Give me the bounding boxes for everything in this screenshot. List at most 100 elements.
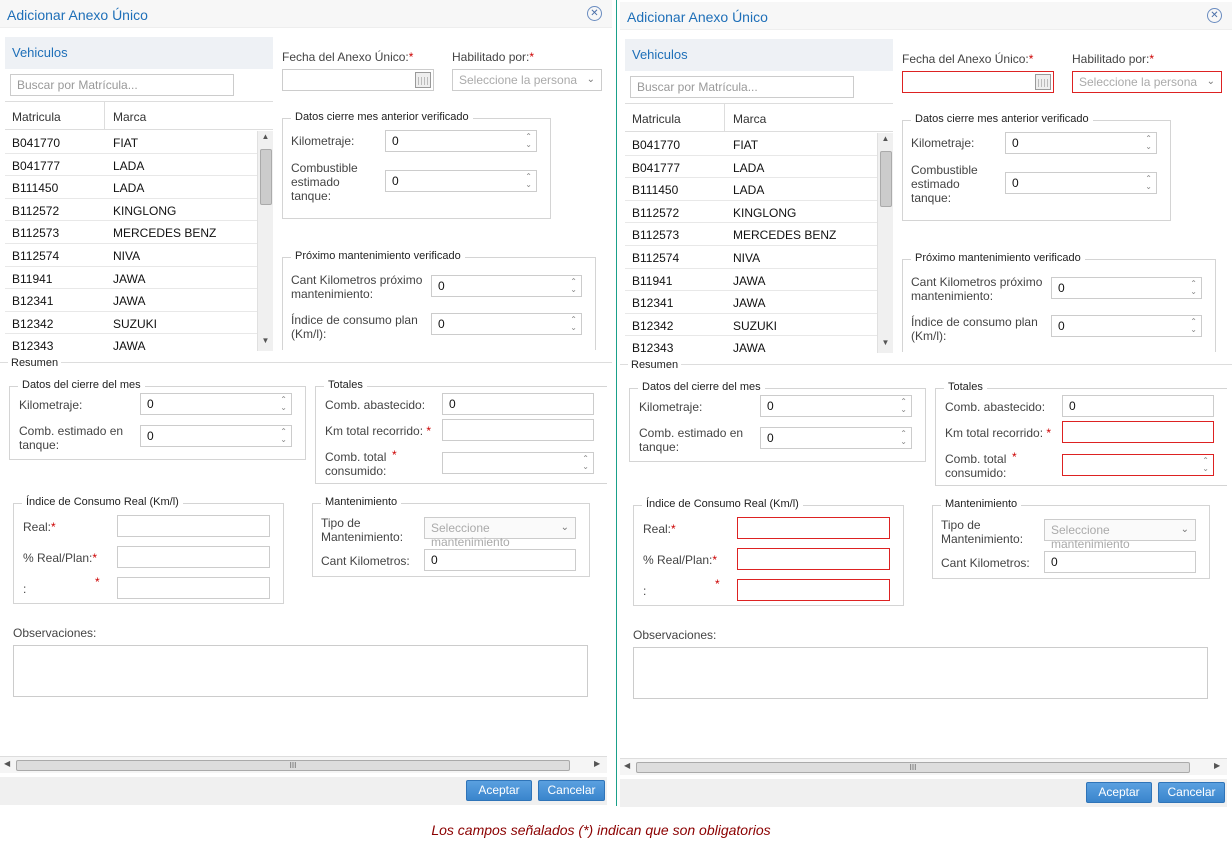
comb-total-input[interactable]: ⌃ ⌄ [1062, 454, 1214, 476]
search-plate-input[interactable] [630, 76, 854, 98]
spinner-icon[interactable]: ⌃ ⌄ [280, 428, 287, 444]
column-header-matricula[interactable]: Matricula [12, 110, 61, 124]
km-anterior-input[interactable]: 0 ⌃ ⌄ [1005, 132, 1157, 154]
real-input[interactable] [737, 517, 890, 539]
scroll-down-icon[interactable]: ▼ [878, 338, 893, 352]
calendar-icon[interactable] [1035, 74, 1051, 90]
scroll-up-icon[interactable]: ▲ [258, 132, 273, 146]
horizontal-scrollbar[interactable]: ◀ III ▶ [620, 758, 1227, 775]
tipo-mantenimiento-select[interactable]: Seleccione mantenimiento ⌄ [1044, 519, 1196, 551]
indice-plan-input[interactable]: 0 ⌃ ⌄ [431, 313, 582, 335]
spinner-icon[interactable]: ⌃ ⌄ [280, 396, 287, 412]
spinner-icon[interactable]: ⌃ ⌄ [1190, 280, 1197, 296]
habilitado-select[interactable]: Seleccione la persona ⌄ [1072, 71, 1222, 93]
scroll-thumb[interactable]: III [16, 760, 570, 771]
table-row[interactable]: B041770 FIAT [5, 131, 257, 154]
scroll-left-icon[interactable]: ◀ [624, 761, 630, 770]
column-header-marca[interactable]: Marca [733, 112, 766, 126]
habilitado-select[interactable]: Seleccione la persona ⌄ [452, 69, 602, 91]
spinner-icon[interactable]: ⌃ ⌄ [525, 133, 532, 149]
scroll-left-icon[interactable]: ◀ [4, 759, 10, 768]
table-row[interactable]: B041777 LADA [5, 154, 257, 177]
spinner-icon[interactable]: ⌃ ⌄ [1145, 135, 1152, 151]
spinner-icon[interactable]: ⌃ ⌄ [900, 398, 907, 414]
accept-button[interactable]: Aceptar [1086, 782, 1152, 803]
km-total-input[interactable] [442, 419, 594, 441]
table-row[interactable]: B112573 MERCEDES BENZ [5, 221, 257, 244]
scroll-up-icon[interactable]: ▲ [878, 134, 893, 148]
scroll-thumb[interactable]: III [636, 762, 1190, 773]
grid-vertical-scrollbar[interactable]: ▲ ▼ [877, 133, 893, 353]
blank-input[interactable] [737, 579, 890, 601]
scroll-right-icon[interactable]: ▶ [594, 759, 600, 768]
spinner-icon[interactable]: ⌃ ⌄ [1190, 318, 1197, 334]
real-input[interactable] [117, 515, 270, 537]
table-row[interactable]: B12341 JAWA [625, 291, 877, 314]
table-row[interactable]: B112574 NIVA [5, 244, 257, 267]
spinner-icon[interactable]: ⌃ ⌄ [1202, 457, 1209, 473]
column-header-matricula[interactable]: Matricula [632, 112, 681, 126]
spinner-icon[interactable]: ⌃ ⌄ [570, 278, 577, 294]
comb-cierre-input[interactable]: 0 ⌃ ⌄ [760, 427, 912, 449]
fecha-input[interactable] [282, 69, 434, 91]
table-row[interactable]: B041777 LADA [625, 156, 877, 179]
table-row[interactable]: B12342 SUZUKI [5, 312, 257, 335]
table-row[interactable]: B112574 NIVA [625, 246, 877, 269]
km-cierre-input[interactable]: 0 ⌃ ⌄ [760, 395, 912, 417]
scroll-down-icon[interactable]: ▼ [258, 336, 273, 350]
table-row[interactable]: B112572 KINGLONG [5, 199, 257, 222]
column-separator[interactable] [104, 102, 105, 130]
scroll-right-icon[interactable]: ▶ [1214, 761, 1220, 770]
horizontal-scrollbar[interactable]: ◀ III ▶ [0, 756, 607, 773]
table-row[interactable]: B041770 FIAT [625, 133, 877, 156]
close-icon[interactable]: ✕ [1207, 8, 1222, 23]
spinner-icon[interactable]: ⌃ ⌄ [570, 316, 577, 332]
abastecido-input[interactable]: 0 [1062, 395, 1214, 417]
fecha-input[interactable] [902, 71, 1054, 93]
comb-cierre-input[interactable]: 0 ⌃ ⌄ [140, 425, 292, 447]
spinner-icon[interactable]: ⌃ ⌄ [582, 455, 589, 471]
cant-km-input[interactable]: 0 [1044, 551, 1196, 573]
blank-input[interactable] [117, 577, 270, 599]
scroll-thumb[interactable] [880, 151, 892, 207]
cancel-button[interactable]: Cancelar [1158, 782, 1225, 803]
observaciones-textarea[interactable] [13, 645, 588, 697]
scroll-thumb[interactable] [260, 149, 272, 205]
close-icon[interactable]: ✕ [587, 6, 602, 21]
km-total-input[interactable] [1062, 421, 1214, 443]
cancel-button[interactable]: Cancelar [538, 780, 605, 801]
table-row[interactable]: B111450 LADA [5, 176, 257, 199]
table-row[interactable]: B11941 JAWA [625, 269, 877, 292]
comb-anterior-input[interactable]: 0 ⌃ ⌄ [1005, 172, 1157, 194]
cant-km-input[interactable]: 0 [424, 549, 576, 571]
table-row[interactable]: B112573 MERCEDES BENZ [625, 223, 877, 246]
search-plate-input[interactable] [10, 74, 234, 96]
km-anterior-input[interactable]: 0 ⌃ ⌄ [385, 130, 537, 152]
km-cierre-input[interactable]: 0 ⌃ ⌄ [140, 393, 292, 415]
table-row[interactable]: B12343 JAWA [5, 334, 257, 351]
comb-anterior-input[interactable]: 0 ⌃ ⌄ [385, 170, 537, 192]
pct-real-plan-input[interactable] [117, 546, 270, 568]
spinner-icon[interactable]: ⌃ ⌄ [1145, 175, 1152, 191]
table-row[interactable]: B12342 SUZUKI [625, 314, 877, 337]
spinner-icon[interactable]: ⌃ ⌄ [525, 173, 532, 189]
table-row[interactable]: B111450 LADA [625, 178, 877, 201]
table-row[interactable]: B12341 JAWA [5, 289, 257, 312]
cant-km-proximo-input[interactable]: 0 ⌃ ⌄ [1051, 277, 1202, 299]
calendar-icon[interactable] [415, 72, 431, 88]
comb-total-input[interactable]: ⌃ ⌄ [442, 452, 594, 474]
observaciones-textarea[interactable] [633, 647, 1208, 699]
tipo-mantenimiento-select[interactable]: Seleccione mantenimiento ⌄ [424, 517, 576, 549]
spinner-icon[interactable]: ⌃ ⌄ [900, 430, 907, 446]
table-row[interactable]: B11941 JAWA [5, 267, 257, 290]
table-row[interactable]: B12343 JAWA [625, 336, 877, 353]
abastecido-input[interactable]: 0 [442, 393, 594, 415]
accept-button[interactable]: Aceptar [466, 780, 532, 801]
column-separator[interactable] [724, 104, 725, 132]
cant-km-proximo-input[interactable]: 0 ⌃ ⌄ [431, 275, 582, 297]
column-header-marca[interactable]: Marca [113, 110, 146, 124]
indice-plan-input[interactable]: 0 ⌃ ⌄ [1051, 315, 1202, 337]
table-row[interactable]: B112572 KINGLONG [625, 201, 877, 224]
pct-real-plan-input[interactable] [737, 548, 890, 570]
grid-vertical-scrollbar[interactable]: ▲ ▼ [257, 131, 273, 351]
